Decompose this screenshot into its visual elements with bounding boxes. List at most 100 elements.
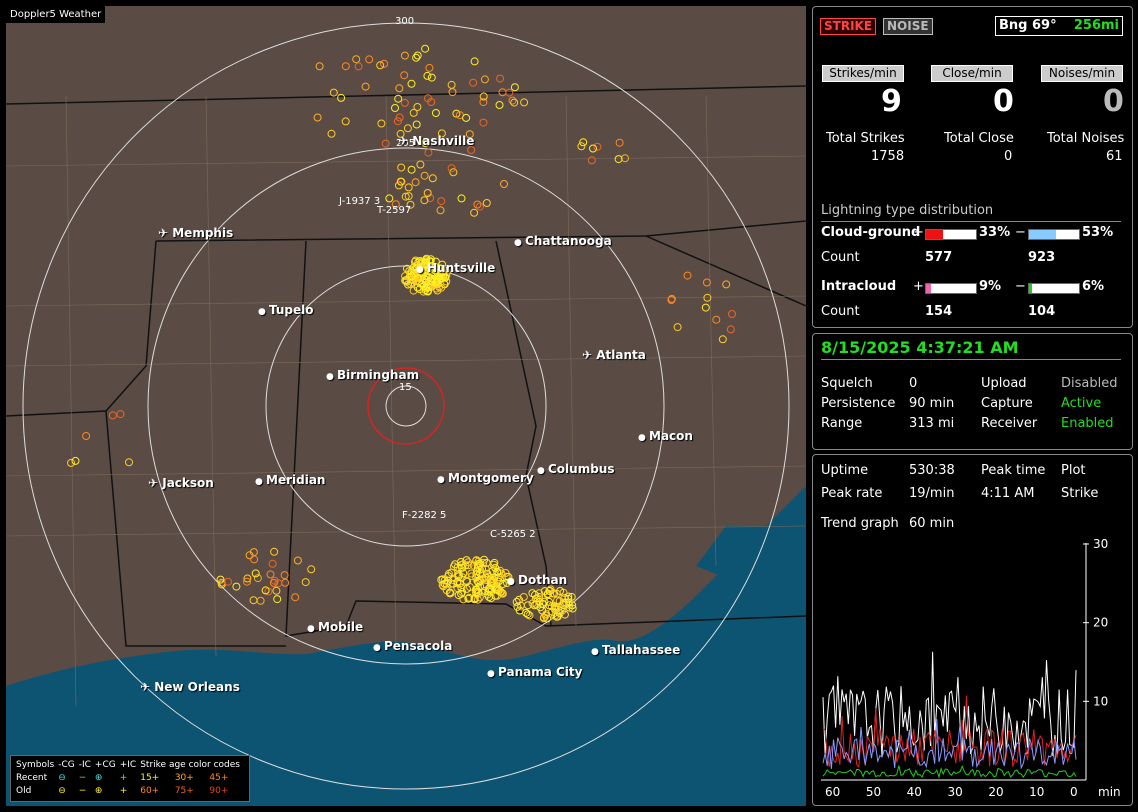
strike-marker-icon: [508, 96, 517, 105]
strike-marker-icon: [431, 109, 440, 117]
city-label: ● Pensacola: [373, 639, 452, 653]
strike-marker-icon: [510, 83, 519, 92]
city-dot-icon: ●: [416, 265, 427, 275]
strike-marker-icon: [341, 62, 350, 71]
storm-cell-label[interactable]: J-1937 3: [339, 196, 380, 207]
city-name: Huntsville: [427, 261, 496, 275]
minus-sign: −: [1015, 279, 1026, 294]
legend-col: -IC: [78, 760, 91, 770]
map-canvas: [6, 22, 806, 806]
distance-value: 256mi: [1073, 18, 1119, 33]
uptime-value: 530:38: [909, 463, 955, 478]
legend-col: +CG: [94, 760, 116, 770]
count-label: Count: [821, 304, 860, 319]
city-label: ✈ Atlanta: [582, 348, 646, 362]
city-dot-icon: ●: [537, 466, 548, 476]
legend-col: -CG: [58, 760, 75, 770]
airport-icon: ✈: [158, 226, 173, 240]
strike-marker-icon: [108, 411, 117, 420]
strike-marker-icon: [496, 74, 505, 83]
strike-marker-icon: [400, 51, 409, 60]
airport-icon: ✈: [398, 134, 413, 148]
strike-marker-icon: [428, 174, 437, 183]
legend-age: 45+: [209, 773, 229, 783]
storm-cell-label[interactable]: T-2597: [377, 205, 411, 216]
strike-marker-icon: [500, 180, 508, 188]
storm-cell-label[interactable]: F-2282 5: [402, 510, 446, 521]
neg-cg-old-icon: ⊖: [58, 786, 66, 796]
strike-marker-icon: [249, 596, 258, 605]
counts-panel: STRIKE NOISE Bng 69° 256mi Strikes/min C…: [812, 6, 1133, 328]
x-tick-label: 10: [1029, 785, 1044, 799]
city-name: Birmingham: [337, 368, 420, 382]
receiver-label: Receiver: [981, 416, 1038, 431]
cg-positive-count: 577: [925, 250, 953, 265]
city-label: ● Tupelo: [258, 303, 314, 317]
city-label: ● Tallahassee: [591, 643, 680, 657]
y-tick-label: 30: [1093, 537, 1108, 551]
peak-rate-label: Peak rate: [821, 486, 883, 501]
cg-negative-bar: [1028, 229, 1080, 240]
strike-marker-icon: [391, 104, 399, 112]
strike-marker-icon: [589, 144, 597, 153]
city-dot-icon: ●: [437, 475, 448, 485]
strike-marker-icon: [361, 82, 370, 91]
city-label: ● Chattanooga: [514, 234, 612, 248]
city-name: Atlanta: [596, 348, 646, 362]
strike-button[interactable]: STRIKE: [820, 18, 877, 35]
strike-marker-icon: [673, 323, 682, 332]
strike-marker-icon: [593, 142, 602, 151]
strike-marker-icon: [412, 120, 421, 129]
strike-marker-icon: [577, 142, 586, 151]
city-dot-icon: ●: [326, 372, 337, 382]
strike-marker-icon: [425, 63, 434, 72]
strikes-per-min: 9: [881, 84, 902, 119]
city-label: ✈ Memphis: [158, 226, 233, 240]
strike-marker-icon: [712, 315, 721, 324]
noise-button[interactable]: NOISE: [883, 18, 933, 35]
strike-marker-icon: [273, 595, 282, 604]
x-tick-label: 50: [866, 785, 881, 799]
strike-marker-icon: [495, 101, 504, 109]
status-panel: 8/15/2025 4:37:21 AM Squelch 0 Upload Di…: [812, 333, 1133, 450]
strike-marker-icon: [427, 73, 436, 82]
strike-marker-icon: [510, 98, 519, 107]
city-name: New Orleans: [154, 680, 240, 694]
strike-marker-icon: [614, 155, 623, 164]
x-unit-label: min: [1098, 785, 1121, 799]
strike-marker-icon: [397, 163, 406, 172]
city-name: Tupelo: [269, 303, 314, 317]
city-label: ● Dothan: [507, 573, 567, 587]
strike-marker-icon: [520, 98, 529, 107]
strike-marker-icon: [416, 160, 425, 169]
noises-per-min: 0: [1103, 84, 1124, 119]
city-dot-icon: ●: [373, 643, 384, 653]
ic-positive-bar: [925, 283, 977, 294]
strike-marker-icon: [365, 55, 374, 64]
strike-marker-icon: [270, 547, 279, 556]
neg-ic-recent-icon: −: [78, 773, 87, 783]
strike-marker-icon: [579, 138, 588, 147]
strike-marker-icon: [413, 51, 422, 60]
strike-marker-icon: [470, 57, 479, 66]
strike-marker-icon: [400, 98, 409, 107]
stats-panel: Uptime 530:38 Peak time Plot Peak rate 1…: [812, 454, 1133, 806]
ic-negative-pct: 6%: [1082, 279, 1105, 294]
lightning-map[interactable]: Doppler5 Weather 300 205 15 ✈ Nashville ✈…: [6, 6, 806, 806]
peak-time-label: Peak time: [981, 463, 1046, 478]
total-noises-label: Total Noises: [1047, 131, 1125, 146]
strike-marker-icon: [587, 156, 596, 165]
city-label: ✈ New Orleans: [140, 680, 240, 694]
legend-age: 15+: [140, 773, 160, 783]
storm-cell-label[interactable]: C-5265 2: [490, 529, 536, 540]
strike-marker-icon: [71, 456, 80, 465]
x-tick-label: 20: [988, 785, 1003, 799]
strike-marker-icon: [411, 178, 420, 187]
plot-value[interactable]: Strike: [1061, 486, 1098, 501]
airport-icon: ✈: [140, 680, 155, 694]
symbol-legend: Symbols -CG -IC +CG +IC Strike age color…: [10, 755, 250, 802]
peak-time-value: 4:11 AM: [981, 486, 1035, 501]
legend-age: 60+: [140, 786, 160, 796]
upload-label: Upload: [981, 376, 1027, 391]
city-label: ✈ Nashville: [398, 134, 474, 148]
